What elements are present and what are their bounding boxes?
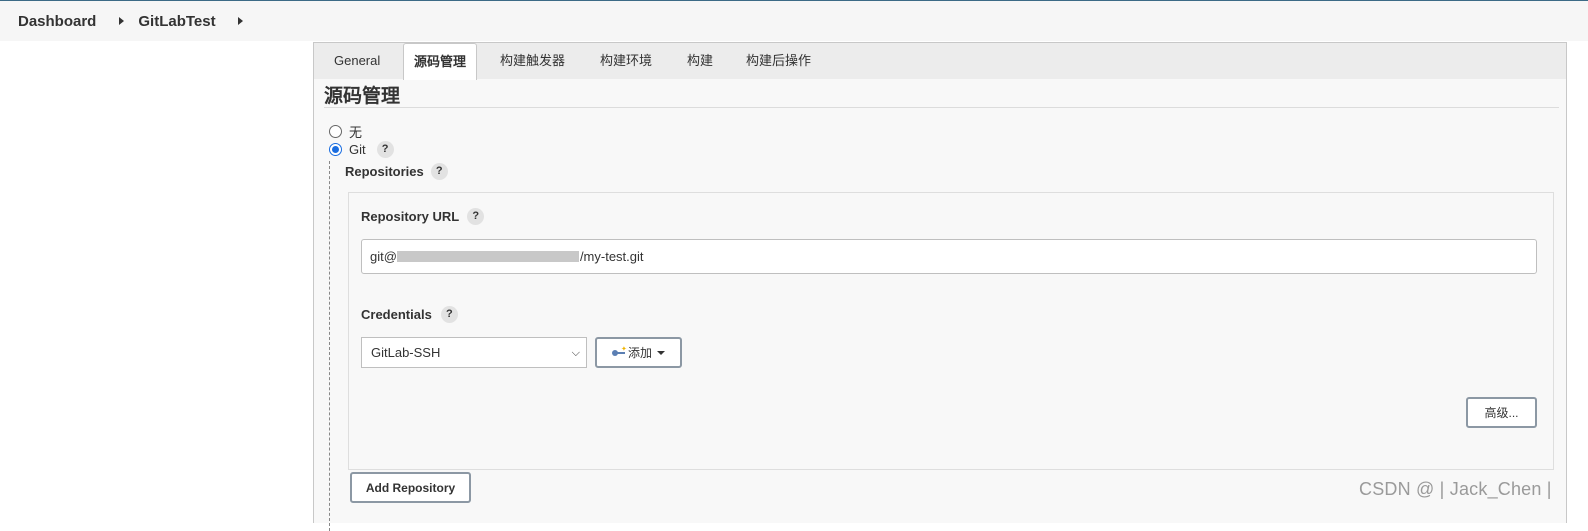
credentials-label-text: Credentials — [361, 307, 432, 322]
breadcrumb-dashboard[interactable]: Dashboard — [18, 13, 96, 30]
repository-entry: Repository URL ? git@ /my-test.git Creden… — [348, 192, 1554, 470]
key-icon: ✦ — [611, 346, 627, 357]
section-divider — [324, 107, 1559, 108]
repository-url-input[interactable]: git@ /my-test.git — [361, 239, 1537, 274]
watermark: CSDN @ | Jack_Chen | — [1359, 479, 1552, 499]
breadcrumb-job[interactable]: GitLabTest — [138, 13, 215, 30]
credentials-selected: GitLab-SSH — [371, 345, 441, 360]
breadcrumb: Dashboard GitLabTest — [0, 1, 1588, 41]
url-suffix: /my-test.git — [579, 249, 644, 264]
credentials-label: Credentials ? — [361, 306, 458, 323]
redacted-host — [396, 251, 579, 262]
tab-post-build-actions[interactable]: 构建后操作 — [736, 43, 821, 78]
tab-build[interactable]: 构建 — [677, 43, 723, 78]
radio-git[interactable] — [329, 143, 342, 156]
scm-option-none[interactable]: 无 — [329, 122, 362, 141]
radio-none[interactable] — [329, 125, 342, 138]
git-section-guide — [329, 161, 330, 531]
help-icon[interactable]: ? — [440, 306, 458, 323]
tab-bar: General 源码管理 构建触发器 构建环境 构建 构建后操作 — [314, 43, 1566, 80]
scm-option-none-label: 无 — [349, 125, 363, 140]
help-icon[interactable]: ? — [430, 163, 448, 180]
url-prefix: git@ — [370, 249, 397, 264]
repository-url-label: Repository URL ? — [361, 208, 485, 225]
tab-source-code-management[interactable]: 源码管理 — [403, 43, 478, 80]
repository-url-label-text: Repository URL — [361, 209, 460, 224]
add-credentials-label: 添加 — [627, 346, 652, 360]
advanced-button[interactable]: 高级... — [1466, 397, 1537, 428]
credentials-select[interactable]: GitLab-SSH ⌵ — [361, 337, 587, 368]
chevron-down-icon: ⌵ — [571, 347, 580, 359]
help-icon[interactable]: ? — [376, 141, 394, 158]
tab-build-environment[interactable]: 构建环境 — [590, 43, 662, 78]
config-panel: General 源码管理 构建触发器 构建环境 构建 构建后操作 源码管理 无 … — [313, 42, 1567, 531]
repositories-label: Repositories ? — [345, 163, 448, 180]
tab-build-triggers[interactable]: 构建触发器 — [490, 43, 575, 78]
tab-general[interactable]: General — [324, 43, 390, 78]
add-repository-button[interactable]: Add Repository — [350, 472, 471, 503]
scm-option-git[interactable]: Git ? — [329, 141, 394, 158]
section-title: 源码管理 — [324, 86, 401, 107]
breadcrumb-arrow-icon[interactable] — [237, 17, 243, 25]
help-icon[interactable]: ? — [467, 208, 485, 225]
add-credentials-button[interactable]: ✦ 添加 — [595, 337, 682, 368]
breadcrumb-arrow-icon[interactable] — [119, 17, 125, 25]
scm-option-git-label: Git — [349, 142, 366, 157]
repositories-label-text: Repositories — [345, 164, 424, 179]
caret-down-icon — [657, 350, 665, 355]
